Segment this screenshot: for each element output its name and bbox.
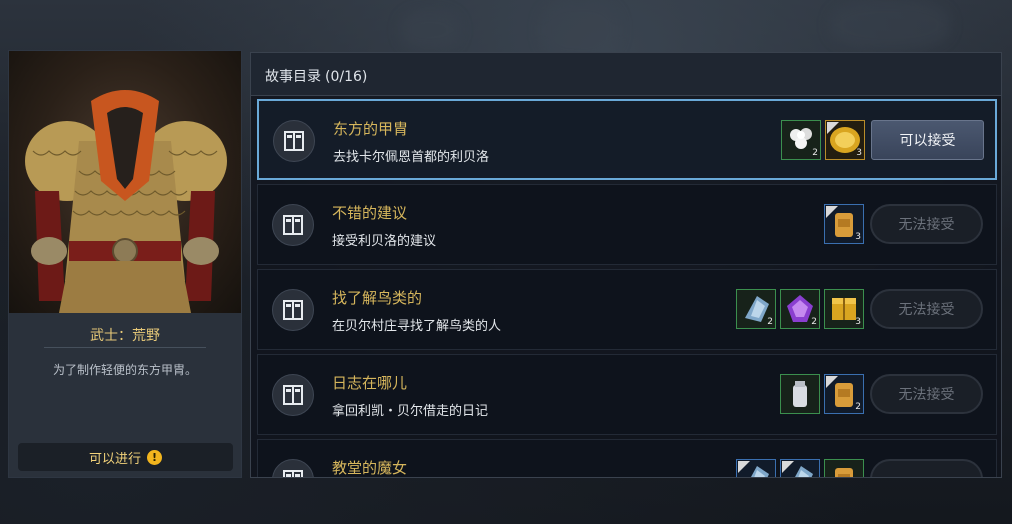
quest-door-icon bbox=[272, 374, 314, 416]
quest-row[interactable]: 日志在哪儿拿回利凯・贝尔借走的日记 2 无法接受 bbox=[257, 354, 997, 435]
divider bbox=[44, 347, 206, 348]
quest-row[interactable]: 找了解鸟类的在贝尔村庄寻找了解鸟类的人 2 2 3 无法接受 bbox=[257, 269, 997, 350]
quest-door-icon bbox=[273, 120, 315, 162]
reward-quantity: 2 bbox=[811, 317, 817, 327]
quest-description: 拿回利凯・贝尔借走的日记 bbox=[332, 404, 489, 419]
character-title: 武士：荒野 bbox=[90, 328, 160, 344]
quest-door-icon bbox=[272, 459, 314, 477]
reward-quantity: 3 bbox=[855, 232, 861, 242]
reward-corner-mark bbox=[826, 376, 838, 388]
reward-quantity: 3 bbox=[856, 148, 862, 158]
background-tree bbox=[830, 0, 950, 50]
reward-item[interactable]: 2 bbox=[780, 289, 820, 329]
quest-description: 去找卡尔佩恩首都的利贝洛 bbox=[333, 150, 490, 165]
character-info: 武士：荒野 为了制作轻便的东方甲胄。 可以进行 ! bbox=[9, 313, 241, 477]
reward-item[interactable] bbox=[780, 374, 820, 414]
quest-name: 找了解鸟类的 bbox=[332, 289, 423, 307]
reward-list: 23 bbox=[781, 120, 865, 160]
reward-list: 2 2 3 bbox=[736, 289, 864, 329]
quest-description: 接受利贝洛的建议 bbox=[332, 234, 437, 249]
reward-quantity: 2 bbox=[812, 148, 818, 158]
reward-item[interactable]: 2 bbox=[736, 289, 776, 329]
reward-corner-mark bbox=[782, 461, 794, 473]
armor-artwork bbox=[9, 51, 241, 313]
character-card[interactable]: 武士：荒野 为了制作轻便的东方甲胄。 可以进行 ! bbox=[8, 50, 242, 478]
reward-item[interactable] bbox=[736, 459, 776, 477]
panel-title-text: 故事目录 bbox=[265, 69, 321, 85]
accept-quest-button[interactable]: 可以接受 bbox=[871, 120, 984, 160]
background-tree bbox=[400, 10, 460, 50]
reward-item[interactable]: 2 bbox=[824, 374, 864, 414]
reward-item[interactable]: 3 bbox=[825, 120, 865, 160]
reward-item[interactable]: 3 bbox=[824, 289, 864, 329]
backpack-icon bbox=[835, 468, 853, 477]
unavailable-quest-button[interactable] bbox=[870, 459, 983, 477]
armor-illustration bbox=[25, 90, 227, 313]
reward-item[interactable] bbox=[824, 459, 864, 477]
quest-description: 在贝尔村庄寻找了解鸟类的人 bbox=[332, 319, 502, 334]
reward-quantity: 2 bbox=[855, 402, 861, 412]
unavailable-quest-button[interactable]: 无法接受 bbox=[870, 204, 983, 244]
status-button[interactable]: 可以进行 ! bbox=[18, 443, 233, 471]
story-panel: 故事目录 (0/16) 东方的甲胄 去找卡尔佩恩首都的利贝洛 2 3 可以接受 不错的建议接… bbox=[250, 52, 1002, 478]
reward-quantity: 3 bbox=[855, 317, 861, 327]
background-tree bbox=[540, 0, 620, 60]
reward-quantity: 2 bbox=[767, 317, 773, 327]
quest-row[interactable]: 教堂的魔女 bbox=[257, 439, 997, 477]
quest-name: 日志在哪儿 bbox=[332, 374, 408, 392]
quest-progress-count: (0/16) bbox=[325, 69, 368, 85]
quest-door-icon bbox=[272, 204, 314, 246]
reward-corner-mark bbox=[738, 461, 750, 473]
status-label: 可以进行 bbox=[88, 451, 141, 467]
reward-item[interactable] bbox=[780, 459, 820, 477]
quest-name: 东方的甲胄 bbox=[333, 120, 409, 138]
reward-list: 3 bbox=[824, 204, 864, 244]
unavailable-quest-button[interactable]: 无法接受 bbox=[870, 289, 983, 329]
milk-can-icon bbox=[793, 381, 807, 407]
reward-corner-mark bbox=[827, 122, 839, 134]
quest-door-icon bbox=[272, 289, 314, 331]
reward-list bbox=[736, 459, 864, 477]
panel-title: 故事目录 (0/16) bbox=[265, 66, 367, 86]
panel-header: 故事目录 (0/16) bbox=[251, 53, 1001, 96]
quest-row[interactable]: 东方的甲胄 去找卡尔佩恩首都的利贝洛 2 3 可以接受 bbox=[257, 99, 997, 180]
quest-name: 教堂的魔女 bbox=[332, 459, 408, 477]
reward-item[interactable]: 2 bbox=[781, 120, 821, 160]
reward-list: 2 bbox=[780, 374, 864, 414]
quest-name: 不错的建议 bbox=[332, 204, 408, 222]
character-description: 为了制作轻便的东方甲胄。 bbox=[52, 363, 197, 377]
quest-row[interactable]: 不错的建议接受利贝洛的建议 3 无法接受 bbox=[257, 184, 997, 265]
exclamation-icon: ! bbox=[147, 449, 162, 465]
reward-item[interactable]: 3 bbox=[824, 204, 864, 244]
reward-corner-mark bbox=[826, 206, 838, 218]
unavailable-quest-button[interactable]: 无法接受 bbox=[870, 374, 983, 414]
